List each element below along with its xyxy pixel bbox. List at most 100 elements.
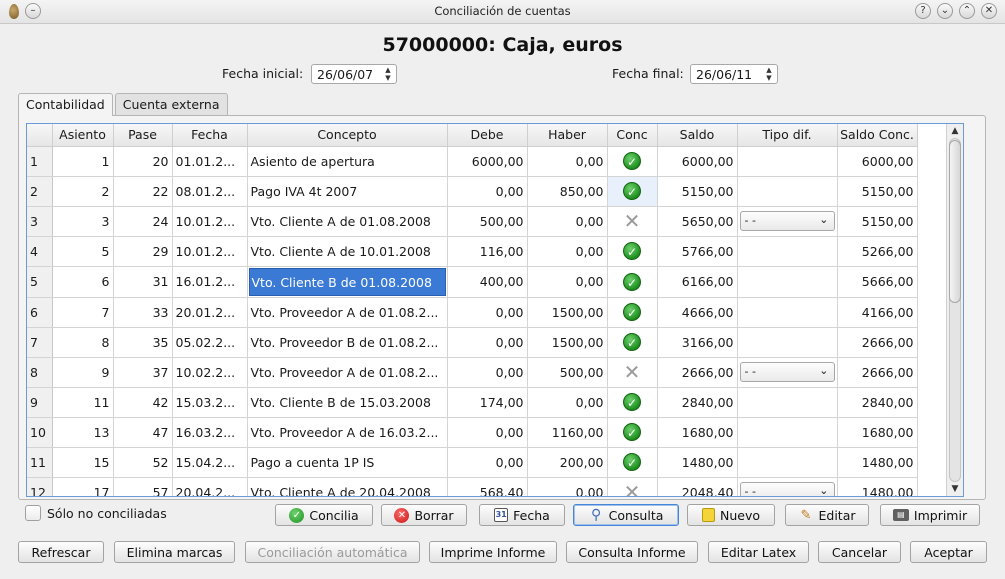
fecha-cell[interactable]: 10.02.2... [172,357,248,388]
concepto-cell[interactable]: Vto. Cliente A de 20.04.2008 [247,477,448,496]
refrescar-button[interactable]: Refrescar [18,541,104,563]
conc-cell[interactable]: ✕ [607,357,658,388]
debe-cell[interactable]: 0,00 [447,447,528,478]
debe-cell[interactable]: 568,40 [447,477,528,496]
saldo-cell[interactable]: 3166,00 [657,327,738,358]
conc-cell[interactable]: ✕ [607,206,658,237]
cancelar-button[interactable]: Cancelar [818,541,901,563]
consulta-informe-button[interactable]: Consulta Informe [566,541,698,563]
header-saldo-conc[interactable]: Saldo Conc. [837,124,918,147]
table-row[interactable]: 9 11 42 15.03.2... Vto. Cliente B de 15.03.2… [27,387,918,418]
debe-cell[interactable]: 400,00 [447,266,528,298]
reconciled-check-icon[interactable]: ✓ [623,242,641,260]
scroll-up-icon[interactable]: ▲ [947,124,963,138]
pase-cell[interactable]: 29 [113,236,173,267]
tab-contabilidad[interactable]: Contabilidad [18,93,113,116]
elimina-marcas-button[interactable]: Elimina marcas [114,541,235,563]
concepto-cell[interactable]: Vto. Cliente A de 10.01.2008 [247,236,448,267]
table-row[interactable]: 5 6 31 16.01.2... Vto. Cliente B de 01.08.20… [27,266,918,298]
table-row[interactable]: 10 13 47 16.03.2... Vto. Proveedor A de 16.0… [27,417,918,448]
borrar-button[interactable]: ✕ Borrar [381,504,467,526]
pase-cell[interactable]: 42 [113,387,173,418]
haber-cell[interactable]: 200,00 [527,447,608,478]
row-number-cell[interactable]: 10 [27,417,53,448]
pase-cell[interactable]: 33 [113,297,173,328]
row-number-cell[interactable]: 9 [27,387,53,418]
header-concepto[interactable]: Concepto [247,124,448,147]
tipo-dif-cell[interactable]: - - ⌄ [737,357,838,388]
tipo-dif-select[interactable]: - - ⌄ [739,362,835,382]
solo-no-conciliadas-checkbox[interactable]: Sólo no conciliadas [25,505,167,521]
asiento-cell[interactable]: 6 [52,266,114,298]
haber-cell[interactable]: 0,00 [527,146,608,177]
concepto-cell[interactable]: Vto. Proveedor A de 01.08.2... [247,297,448,328]
table-row[interactable]: 1 1 20 01.01.2... Asiento de apertura 6000,00… [27,146,918,177]
header-conc[interactable]: Conc [607,124,658,147]
row-number-cell[interactable]: 7 [27,327,53,358]
fecha-cell[interactable]: 15.04.2... [172,447,248,478]
haber-cell[interactable]: 1500,00 [527,297,608,328]
conc-cell[interactable]: ✓ [607,146,658,177]
minimize-icon[interactable]: ⌃ [959,3,975,19]
concilia-button[interactable]: ✓ Concilia [275,504,373,526]
nuevo-button[interactable]: Nuevo [687,504,775,526]
saldo-cell[interactable]: 1480,00 [657,447,738,478]
tipo-dif-cell[interactable]: - - ⌄ [737,206,838,237]
asiento-cell[interactable]: 7 [52,297,114,328]
saldo-cell[interactable]: 2666,00 [657,357,738,388]
saldo-conc-cell[interactable]: 5150,00 [837,176,918,207]
fecha-inicial-input[interactable]: 26/06/07 ▲ ▼ [311,64,397,84]
debe-cell[interactable]: 0,00 [447,176,528,207]
consulta-button[interactable]: ⚲ Consulta [573,504,679,526]
reconciled-check-icon[interactable]: ✓ [623,453,641,471]
table-row[interactable]: 3 3 24 10.01.2... Vto. Cliente A de 01.08.20… [27,206,918,237]
concepto-cell[interactable]: Vto. Cliente B de 15.03.2008 [247,387,448,418]
asiento-cell[interactable]: 17 [52,477,114,496]
debe-cell[interactable]: 0,00 [447,357,528,388]
shade-icon[interactable]: ⌄ [937,3,953,19]
haber-cell[interactable]: 0,00 [527,236,608,267]
saldo-conc-cell[interactable]: 1680,00 [837,417,918,448]
header-tipo-dif[interactable]: Tipo dif. [737,124,838,147]
debe-cell[interactable]: 0,00 [447,417,528,448]
saldo-cell[interactable]: 4666,00 [657,297,738,328]
reconciled-check-icon[interactable]: ✓ [623,152,641,170]
table-row[interactable]: 11 15 52 15.04.2... Pago a cuenta 1P IS 0,00 2… [27,447,918,478]
tipo-dif-cell[interactable]: - - ⌄ [737,477,838,496]
concepto-cell[interactable]: Vto. Cliente A de 01.08.2008 [247,206,448,237]
vertical-scrollbar[interactable]: ▲ ▼ [946,124,963,496]
fecha-cell[interactable]: 01.01.2... [172,146,248,177]
unreconciled-cross-icon[interactable]: ✕ [623,211,641,231]
fecha-cell[interactable]: 20.01.2... [172,297,248,328]
header-fecha[interactable]: Fecha [172,124,248,147]
haber-cell[interactable]: 0,00 [527,387,608,418]
reconciled-check-icon[interactable]: ✓ [623,182,641,200]
header-asiento[interactable]: Asiento [52,124,114,147]
concepto-cell[interactable]: Asiento de apertura [247,146,448,177]
saldo-conc-cell[interactable]: 6000,00 [837,146,918,177]
conc-cell[interactable]: ✓ [607,236,658,267]
table-row[interactable]: 12 17 57 20.04.2... Vto. Cliente A de 20.04.… [27,477,918,496]
saldo-conc-cell[interactable]: 5266,00 [837,236,918,267]
pase-cell[interactable]: 57 [113,477,173,496]
reconciled-check-icon[interactable]: ✓ [623,333,641,351]
haber-cell[interactable]: 500,00 [527,357,608,388]
concepto-cell[interactable]: Vto. Proveedor B de 01.08.2... [247,327,448,358]
scroll-thumb[interactable] [949,140,961,303]
reconciliation-table[interactable]: Asiento Pase Fecha Concepto Debe Haber C… [26,123,964,497]
reconciled-check-icon[interactable]: ✓ [623,423,641,441]
asiento-cell[interactable]: 13 [52,417,114,448]
asiento-cell[interactable]: 11 [52,387,114,418]
imprimir-button[interactable]: ▤ Imprimir [880,504,980,526]
row-number-cell[interactable]: 5 [27,266,53,298]
aceptar-button[interactable]: Aceptar [910,541,987,563]
header-saldo[interactable]: Saldo [657,124,738,147]
table-row[interactable]: 8 9 37 10.02.2... Vto. Proveedor A de 01.08.… [27,357,918,388]
conc-cell[interactable]: ✓ [607,176,658,207]
saldo-cell[interactable]: 1680,00 [657,417,738,448]
scroll-down-icon[interactable]: ▼ [947,482,963,496]
debe-cell[interactable]: 0,00 [447,327,528,358]
fecha-cell[interactable]: 10.01.2... [172,206,248,237]
saldo-conc-cell[interactable]: 4166,00 [837,297,918,328]
haber-cell[interactable]: 1160,00 [527,417,608,448]
